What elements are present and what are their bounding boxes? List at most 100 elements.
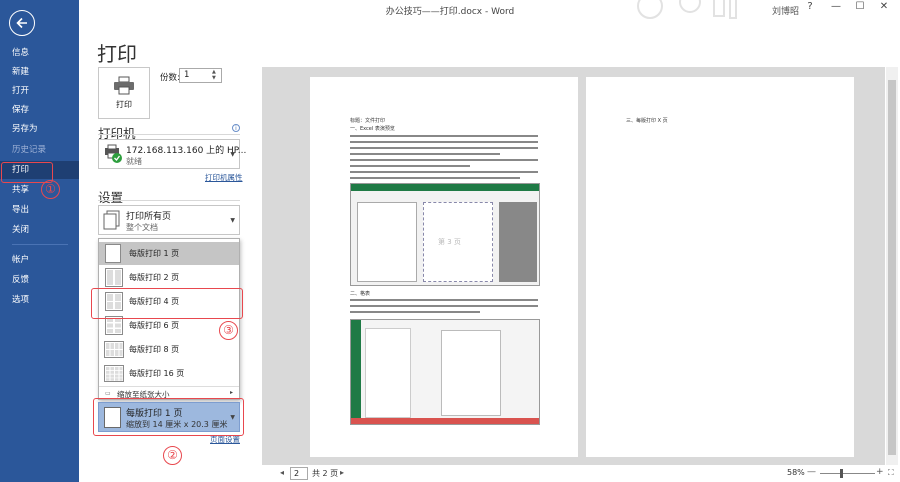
page1-subheading-2: 二、格表 [350,291,371,297]
user-name[interactable]: 刘博昭 [772,4,799,17]
excel-sheet-thumb [357,202,417,282]
text-line [350,147,538,149]
print-preview[interactable]: 标题：文件打印 一、Excel 表演预览 第 3 页 二、格表 三、每版打印 X… [262,67,885,465]
annotation-box-pps-dropdown [93,398,244,436]
nav-share[interactable]: 共享 [0,181,79,199]
print-button[interactable]: 打印 [98,67,150,119]
nav-new[interactable]: 新建 [0,63,79,81]
pps-option-1[interactable]: 每版打印 1 页 [99,242,239,265]
layout-1-icon [105,244,121,263]
zoom-slider-thumb[interactable] [840,469,843,478]
zoom-slider[interactable] [820,473,875,474]
page-number-input[interactable]: 2 [290,467,308,480]
back-button[interactable] [9,10,35,36]
printer-status: 就绪 [126,157,142,166]
text-line [350,305,538,307]
printer-name: 172.168.113.160 上的 HP... [126,146,247,156]
chevron-down-icon: ▼ [230,217,235,224]
pps-option-label: 每版打印 1 页 [129,249,180,258]
nav-export[interactable]: 导出 [0,201,79,219]
spin-down-icon[interactable]: ▼ [212,75,216,81]
pps-option-label: 每版打印 8 页 [129,345,180,354]
printer-properties-link[interactable]: 打印机属性 [205,172,243,183]
pps-option-label: 每版打印 16 页 [129,369,185,378]
text-line [350,171,538,173]
printer-icon [114,76,134,95]
word-nav-thumb [351,320,361,424]
nav-save-as[interactable]: 另存为 [0,120,79,138]
layout-2-icon [105,268,123,287]
page-title: 打印 [97,42,137,66]
nav-save[interactable]: 保存 [0,101,79,119]
annotation-box-4-per-sheet [91,288,243,319]
copies-label: 份数: [160,73,180,83]
info-icon[interactable]: i [232,124,240,132]
text-line [350,135,538,137]
nav-open[interactable]: 打开 [0,82,79,100]
prev-page-icon[interactable]: ◂ [280,468,284,477]
text-line [350,299,538,301]
document-title: 办公技巧——打印.docx - Word [385,7,515,17]
scrollbar-thumb[interactable] [888,80,896,455]
settings-section-title: 设置 [98,190,124,205]
nav-divider [12,244,68,245]
excel-page-thumb: 第 3 页 [423,202,493,282]
print-range-dropdown[interactable]: 打印所有页 整个文档 ▼ [98,205,240,235]
close-window-button[interactable]: ✕ [876,1,892,12]
nav-account[interactable]: 帐户 [0,251,79,269]
next-page-icon[interactable]: ▸ [340,468,344,477]
excel-gray-area [499,202,537,282]
printer-dropdown[interactable]: 172.168.113.160 上的 HP... 就绪 ▼ [98,139,246,169]
network-printer-icon [105,144,122,163]
layout-16-icon [104,365,124,382]
zoom-in-icon[interactable]: + [876,467,884,477]
fit-page-icon[interactable]: ⛶ [888,468,894,478]
chevron-right-icon: ▸ [230,389,234,396]
text-line [350,311,480,313]
pages-icon [103,210,120,230]
close-icon: ✕ [879,1,889,12]
pps-option-8[interactable]: 每版打印 8 页 [99,338,239,361]
annotation-marker-3: ③ [219,321,238,340]
text-line [350,153,500,155]
scale-icon: ▭ [105,390,111,397]
excel-screenshot: 第 3 页 [350,183,540,286]
text-line [350,159,538,161]
nav-options[interactable]: 选项 [0,291,79,309]
preview-page-2: 三、每版打印 X 页 [586,77,854,457]
page2-text: 三、每版打印 X 页 [626,118,668,124]
printer-divider [98,134,240,135]
help-icon: ? [807,1,813,12]
total-pages: 共 2 页 [312,469,339,478]
help-button[interactable]: ? [802,1,818,12]
page1-subheading: 一、Excel 表演预览 [350,126,395,132]
zoom-level[interactable]: 58% [787,468,805,477]
pps-option-2[interactable]: 每版打印 2 页 [99,266,239,289]
text-line [350,177,520,179]
annotation-marker-1: ① [41,180,60,199]
pages-per-sheet-list: 每版打印 1 页 每版打印 2 页 每版打印 4 页 每版打印 6 页 每版打印… [98,238,240,400]
text-line [350,141,538,143]
pps-option-16[interactable]: 每版打印 16 页 [99,362,239,385]
nav-close[interactable]: 关闭 [0,221,79,239]
text-line [350,165,470,167]
nav-feedback[interactable]: 反馈 [0,271,79,289]
minimize-button[interactable]: — [828,1,844,12]
pps-option-label: 每版打印 2 页 [129,273,180,282]
word-preview-thumb [441,330,501,416]
nav-history[interactable]: 历史记录 [0,141,79,159]
word-settings-thumb [365,328,411,418]
restore-button[interactable]: ☐ [852,1,868,12]
layout-8-icon [104,341,124,358]
chevron-down-icon: ▼ [230,151,235,158]
backstage-nav: 信息 新建 打开 保存 另存为 历史记录 打印 共享 导出 关闭 帐户 反馈 选… [0,0,79,482]
copies-spinner[interactable]: ▲ ▼ [212,69,216,81]
zoom-out-icon[interactable]: — [807,467,816,477]
page-number-watermark: 第 3 页 [438,238,461,246]
annotation-marker-2: ② [163,446,182,465]
nav-info[interactable]: 信息 [0,44,79,62]
pps-option-label: 每版打印 6 页 [129,321,180,330]
title-pattern [637,0,737,19]
annotation-box-print-nav [1,162,53,183]
back-arrow-icon [16,17,27,29]
